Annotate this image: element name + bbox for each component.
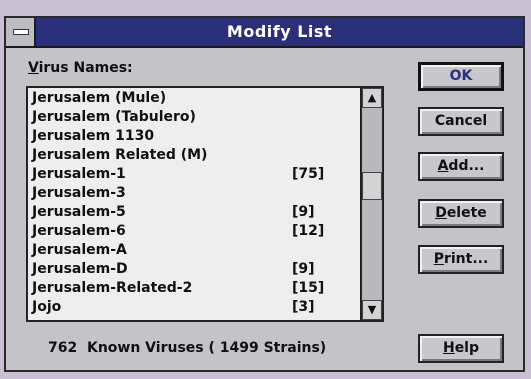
delete-button[interactable]: Delete xyxy=(418,199,504,228)
system-menu-icon xyxy=(13,29,29,35)
strain-count: [9] xyxy=(292,204,315,220)
list-item[interactable]: Jerusalem-3 xyxy=(32,184,362,203)
virus-name: Jerusalem-3 xyxy=(32,185,126,201)
virus-name: Jerusalem-A xyxy=(32,242,127,258)
list-item[interactable]: Jerusalem-Related-2 [15] xyxy=(32,279,362,298)
virus-names-label: Virus Names: xyxy=(28,60,133,76)
virus-name: Jerusalem-Related-2 xyxy=(32,280,193,296)
list-item[interactable]: Jerusalem-6 [12] xyxy=(32,222,362,241)
virus-name: Jerusalem-5 xyxy=(32,204,126,220)
list-item[interactable]: Jerusalem Related (M) xyxy=(32,146,362,165)
list-item[interactable]: Jerusalem-5 [9] xyxy=(32,203,362,222)
scroll-thumb[interactable] xyxy=(362,172,382,200)
list-item[interactable]: Jerusalem 1130 xyxy=(32,127,362,146)
virus-name: Jerusalem Related (M) xyxy=(32,147,208,163)
virus-list-rows: Jerusalem (Mule) Jerusalem (Tabulero) Jeru… xyxy=(32,89,362,317)
list-item[interactable]: Jojo [3] xyxy=(32,298,362,317)
strain-count: [12] xyxy=(292,223,325,239)
status-text: 762 Known Viruses ( 1499 Strains) xyxy=(48,340,327,356)
list-item[interactable]: Jerusalem-A xyxy=(32,241,362,260)
virus-name: Jerusalem-D xyxy=(32,261,128,277)
list-item[interactable]: Jerusalem (Mule) xyxy=(32,89,362,108)
add-button[interactable]: Add... xyxy=(418,152,504,181)
virus-name: Jerusalem (Tabulero) xyxy=(32,109,196,125)
help-button[interactable]: Help xyxy=(418,334,504,363)
scroll-up-button[interactable]: ▲ xyxy=(362,88,382,108)
virus-name: Jerusalem 1130 xyxy=(32,128,155,144)
ok-button[interactable]: OK xyxy=(418,62,504,91)
list-scrollbar[interactable]: ▲ ▼ xyxy=(360,88,382,320)
system-menu-button[interactable] xyxy=(6,18,36,46)
list-item[interactable]: Jerusalem (Tabulero) xyxy=(32,108,362,127)
virus-name: Jojo xyxy=(32,299,62,315)
virus-name: Jerusalem-1 xyxy=(32,166,126,182)
virus-name: Jerusalem (Mule) xyxy=(32,90,167,106)
scroll-down-button[interactable]: ▼ xyxy=(362,300,382,320)
cancel-button[interactable]: Cancel xyxy=(418,107,504,136)
strain-count: [75] xyxy=(292,166,325,182)
title-bar[interactable]: Modify List xyxy=(6,18,523,48)
virus-name: Jerusalem-6 xyxy=(32,223,126,239)
strain-count: [15] xyxy=(292,280,325,296)
list-item[interactable]: Jerusalem-D [9] xyxy=(32,260,362,279)
list-item[interactable]: Jerusalem-1 [75] xyxy=(32,165,362,184)
strain-count: [3] xyxy=(292,299,315,315)
print-button[interactable]: Print... xyxy=(418,245,504,274)
window-title: Modify List xyxy=(226,22,333,41)
strain-count: [9] xyxy=(292,261,315,277)
virus-names-listbox[interactable]: Jerusalem (Mule) Jerusalem (Tabulero) Jeru… xyxy=(26,86,384,322)
modify-list-dialog: Modify List Virus Names: Jerusalem (Mule… xyxy=(4,16,525,372)
